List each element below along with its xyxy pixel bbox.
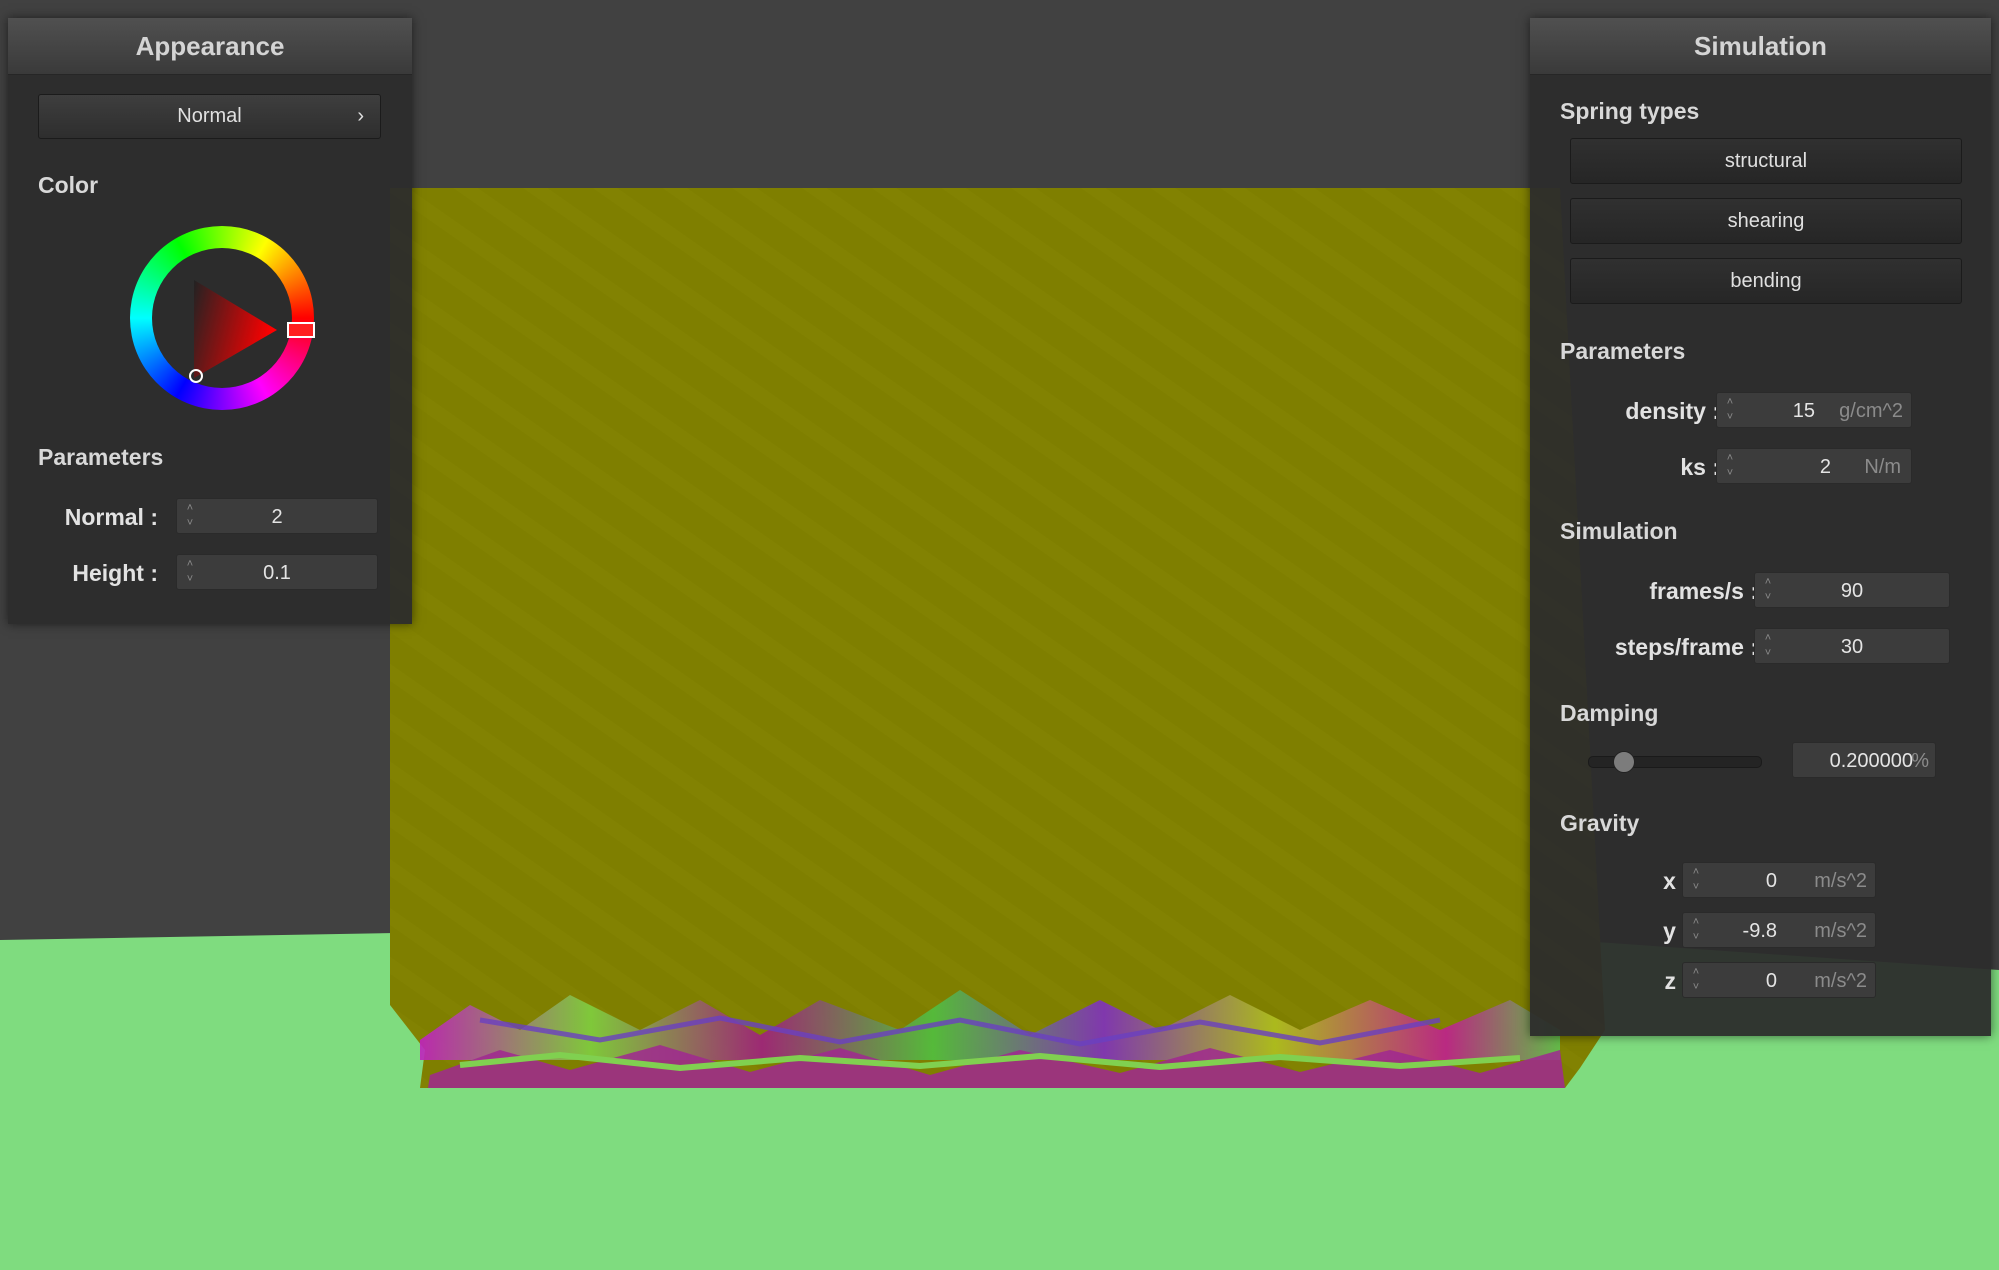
height-spinbox[interactable]: ˄ ˅ 0.1 [176, 554, 378, 590]
spring-structural-button[interactable]: structural [1570, 138, 1962, 184]
sim-parameters-label: Parameters [1560, 338, 1686, 364]
spin-arrows-icon[interactable]: ˄ ˅ [1723, 451, 1737, 481]
simulation-title: Simulation [1530, 18, 1991, 75]
chevron-right-icon: › [357, 105, 364, 127]
steps-value: 30 [1840, 636, 1864, 658]
steps-label: steps/frame : [1614, 634, 1758, 660]
steps-spinbox[interactable]: ˄ ˅ 30 [1754, 628, 1950, 664]
fps-spinbox[interactable]: ˄ ˅ 90 [1754, 572, 1950, 608]
ks-spinbox[interactable]: ˄ ˅ 2 N/m [1716, 448, 1912, 484]
height-label: Height : [72, 560, 158, 586]
appearance-panel: Appearance Normal › Color Parameters Nor… [8, 18, 412, 624]
gravity-y-value: -9.8 [1742, 920, 1777, 942]
density-value: 15 [1792, 400, 1815, 422]
damping-slider-handle[interactable] [1613, 751, 1636, 773]
damping-value: 0.200000 [1829, 750, 1913, 772]
gravity-x-value: 0 [1765, 870, 1777, 892]
fps-value: 90 [1840, 580, 1864, 602]
gravity-z-unit: m/s^2 [1814, 970, 1867, 992]
spin-arrows-icon[interactable]: ˄ ˅ [1689, 965, 1703, 995]
gravity-y-spinbox[interactable]: ˄ ˅ -9.8 m/s^2 [1682, 912, 1876, 948]
hue-selector-handle[interactable] [287, 322, 315, 338]
spin-arrows-icon[interactable]: ˄ ˅ [1689, 915, 1703, 945]
fps-label: frames/s : [1649, 578, 1758, 604]
gravity-z-label: z : [1664, 968, 1690, 994]
spring-types-label: Spring types [1560, 98, 1700, 124]
normal-label: Normal : [64, 504, 158, 530]
normal-value: 2 [271, 506, 283, 528]
color-wheel[interactable] [122, 218, 322, 418]
appearance-title: Appearance [8, 18, 412, 75]
gravity-y-unit: m/s^2 [1814, 920, 1867, 942]
gravity-z-value: 0 [1765, 970, 1777, 992]
spin-arrows-icon[interactable]: ˄ ˅ [1689, 865, 1703, 895]
mode-dropdown-button[interactable]: Normal › [38, 94, 381, 139]
simulation-section-label: Simulation [1560, 518, 1678, 544]
gravity-y-label: y : [1663, 918, 1690, 944]
color-section-label: Color [38, 172, 99, 198]
damping-slider[interactable] [1588, 751, 1762, 773]
damping-unit: % [1911, 750, 1929, 772]
normal-spinbox[interactable]: ˄ ˅ 2 [176, 498, 378, 534]
spring-shearing-button[interactable]: shearing [1570, 198, 1962, 244]
density-label: density : [1625, 398, 1720, 424]
cloth-mesh [390, 188, 1605, 1088]
density-spinbox[interactable]: ˄ ˅ 15 g/cm^2 [1716, 392, 1912, 428]
gravity-z-spinbox[interactable]: ˄ ˅ 0 m/s^2 [1682, 962, 1876, 998]
appearance-parameters-label: Parameters [38, 444, 164, 470]
ks-value: 2 [1819, 456, 1831, 478]
density-unit: g/cm^2 [1839, 400, 1903, 422]
gravity-x-unit: m/s^2 [1814, 870, 1867, 892]
gravity-section-label: Gravity [1560, 810, 1640, 836]
ks-label: ks : [1680, 454, 1720, 480]
damping-field[interactable]: 0.200000 % [1792, 742, 1936, 778]
gravity-x-label: x : [1663, 868, 1690, 894]
simulation-panel: Simulation Spring types structural shear… [1530, 18, 1991, 1036]
spring-bending-button[interactable]: bending [1570, 258, 1962, 304]
spin-arrows-icon[interactable]: ˄ ˅ [1723, 395, 1737, 425]
mode-dropdown-label: Normal [177, 105, 242, 127]
ks-unit: N/m [1864, 456, 1901, 478]
height-value: 0.1 [263, 562, 291, 584]
gravity-x-spinbox[interactable]: ˄ ˅ 0 m/s^2 [1682, 862, 1876, 898]
damping-section-label: Damping [1560, 700, 1659, 726]
